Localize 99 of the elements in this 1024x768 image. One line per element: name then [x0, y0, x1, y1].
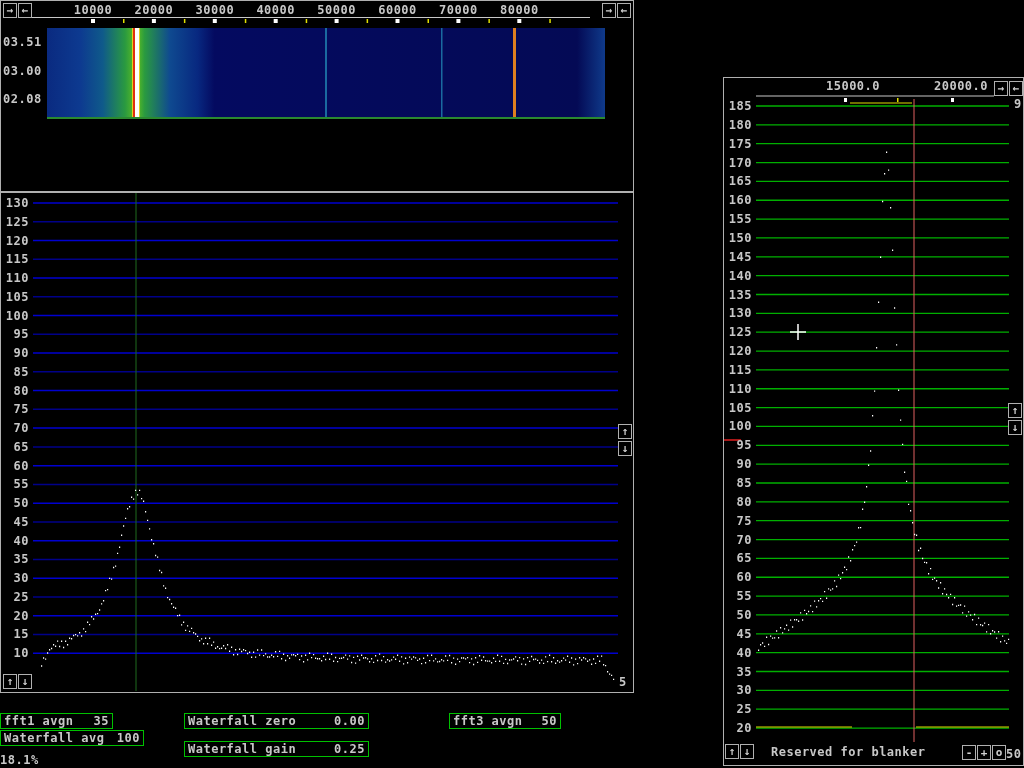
arrow-button[interactable]: ↓: [18, 674, 32, 689]
parameter-field[interactable]: Waterfall zero 0.00: [184, 713, 369, 729]
level-label: 170: [727, 154, 752, 171]
level-label: 95: [12, 326, 29, 343]
parameter-field[interactable]: Waterfall avg 100: [0, 730, 144, 746]
level-label: 155: [727, 211, 752, 228]
level-label: 65: [12, 438, 29, 455]
level-label: 70: [12, 420, 29, 437]
level-label: 105: [4, 288, 29, 305]
frequency-label: 40000: [255, 2, 296, 18]
frequency-label: 70000: [438, 2, 479, 18]
level-label: 100: [727, 418, 752, 435]
level-label: 125: [4, 213, 29, 230]
level-label: 55: [12, 476, 29, 493]
arrow-button[interactable]: ←: [1009, 81, 1023, 96]
level-label: 120: [4, 232, 29, 249]
level-label: 115: [727, 361, 752, 378]
level-label: 65: [735, 550, 752, 567]
frequency-label: 80000: [499, 2, 540, 18]
level-label: 15: [12, 626, 29, 643]
level-label: 120: [727, 343, 752, 360]
level-label: 85: [735, 475, 752, 491]
level-label: 95: [735, 437, 752, 454]
frequency-label: 50000: [316, 2, 357, 18]
level-label: 125: [727, 324, 752, 341]
level-label: 130: [4, 195, 29, 211]
parameter-field[interactable]: fft1 avgn 35: [0, 713, 113, 729]
level-label: 25: [735, 701, 752, 718]
arrow-button[interactable]: →: [3, 3, 17, 18]
frequency-label: 30000: [194, 2, 236, 18]
arrow-button[interactable]: →: [994, 81, 1008, 96]
level-label: 160: [727, 192, 752, 209]
level-label: 80: [735, 493, 752, 510]
level-label: 110: [727, 380, 752, 397]
blanker-message: Reserved for blanker: [771, 744, 926, 760]
level-label: 40: [735, 644, 752, 661]
level-label: 45: [12, 513, 29, 530]
gain-button[interactable]: o: [992, 745, 1006, 760]
level-label: 145: [727, 248, 752, 265]
level-label: 115: [4, 251, 29, 268]
arrow-button[interactable]: ←: [617, 3, 631, 18]
level-label: 60: [12, 457, 29, 474]
level-label: 30: [12, 570, 29, 587]
gain-button[interactable]: -: [962, 745, 976, 760]
level-label: 150: [727, 229, 752, 246]
level-label: 90: [12, 345, 29, 362]
corner-value: 5: [619, 674, 627, 690]
level-label: 40: [12, 532, 29, 549]
level-label: 110: [4, 270, 29, 287]
level-label: 100: [4, 307, 29, 324]
arrow-button[interactable]: ↑: [725, 744, 739, 759]
time-label: 02.08: [3, 91, 42, 107]
level-label: 90: [735, 456, 752, 473]
level-label: 10: [12, 645, 29, 662]
parameter-field[interactable]: fft3 avgn 50: [449, 713, 561, 729]
arrow-button[interactable]: ↑: [618, 424, 632, 439]
arrow-button[interactable]: ↓: [740, 744, 754, 759]
gain-value: 50: [1006, 746, 1022, 762]
level-label: 20: [12, 607, 29, 624]
level-label: 80: [12, 382, 29, 399]
time-label: 03.00: [3, 62, 42, 79]
level-label: 70: [735, 531, 752, 548]
level-label: 45: [735, 625, 752, 642]
frequency-label: 15000.0: [824, 78, 882, 94]
level-label: 130: [727, 305, 752, 322]
level-label: 35: [12, 551, 29, 568]
level-label: 20: [735, 720, 752, 737]
level-label: 165: [727, 173, 752, 190]
status-text: 18.1%: [0, 752, 39, 768]
level-label: 105: [727, 399, 752, 416]
level-label: 180: [727, 116, 752, 133]
arrow-button[interactable]: ←: [18, 3, 32, 18]
level-label: 85: [12, 363, 29, 380]
level-label: 175: [727, 135, 752, 152]
time-label: 03.51: [3, 34, 42, 50]
arrow-button[interactable]: →: [602, 3, 616, 18]
level-label: 185: [727, 98, 752, 114]
level-label: 55: [735, 588, 752, 605]
frequency-label: 20000: [133, 2, 175, 18]
frequency-label: 20000.0: [932, 78, 990, 94]
parameter-field[interactable]: Waterfall gain 0.25: [184, 741, 369, 757]
level-label: 75: [735, 512, 752, 529]
arrow-button[interactable]: ↓: [1008, 420, 1022, 435]
level-label: 50: [12, 495, 29, 512]
level-label: 75: [12, 401, 29, 418]
level-label: 25: [12, 588, 29, 605]
level-label: 30: [735, 682, 752, 699]
level-label: 140: [727, 267, 752, 284]
frequency-label: 10000: [72, 2, 114, 18]
level-label: 60: [735, 569, 752, 586]
level-label: 50: [735, 606, 752, 623]
level-label: 35: [735, 663, 752, 680]
arrow-button[interactable]: ↑: [3, 674, 17, 689]
arrow-button[interactable]: ↑: [1008, 403, 1022, 418]
arrow-button[interactable]: ↓: [618, 441, 632, 456]
gain-button[interactable]: +: [977, 745, 991, 760]
frequency-label: 60000: [377, 2, 418, 18]
level-label: 135: [727, 286, 752, 303]
corner-value: 9: [1014, 96, 1022, 112]
